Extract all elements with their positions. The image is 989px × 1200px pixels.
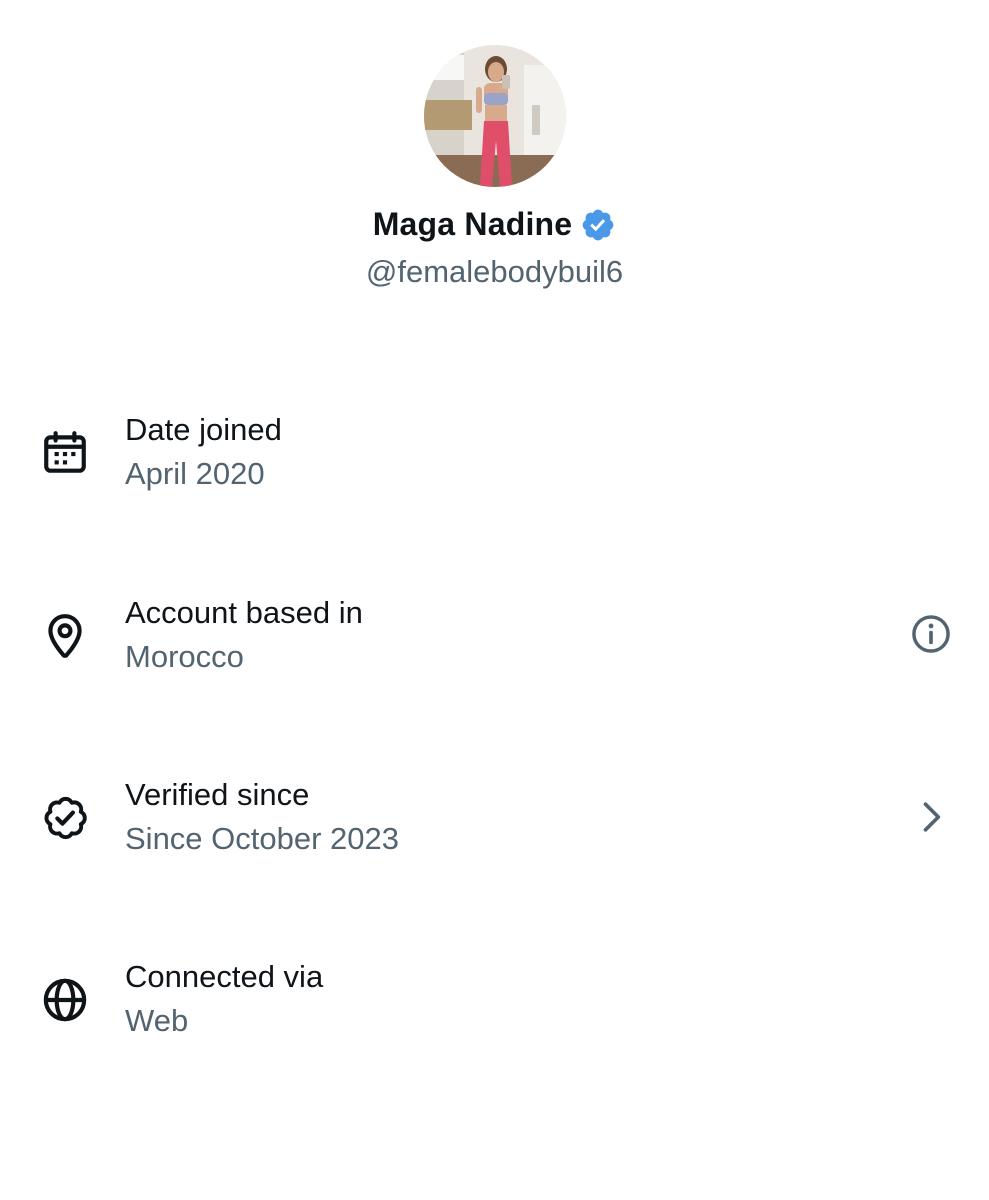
about-row-title: Verified since xyxy=(125,777,310,812)
name-row: Maga Nadine xyxy=(0,205,989,243)
display-name: Maga Nadine xyxy=(372,205,573,242)
chevron-right-icon[interactable] xyxy=(909,795,953,839)
about-row-text: Verified since Since October 2023 xyxy=(125,773,399,861)
about-row-title: Account based in xyxy=(125,595,363,630)
about-row-value: Web xyxy=(125,1003,189,1038)
about-row-connected-via: Connected via Web xyxy=(0,955,989,1065)
about-row-date-joined: Date joined April 2020 xyxy=(0,408,989,518)
about-row-verified-since[interactable]: Verified since Since October 2023 xyxy=(0,773,989,883)
about-row-value: Morocco xyxy=(125,639,244,674)
user-handle: @femalebodybuil6 xyxy=(365,254,624,289)
about-row-text: Account based in Morocco xyxy=(125,591,363,679)
about-row-title: Date joined xyxy=(125,412,282,447)
calendar-icon xyxy=(44,431,86,473)
about-row-text: Date joined April 2020 xyxy=(125,408,282,496)
about-row-account-based-in: Account based in Morocco xyxy=(0,591,989,701)
about-row-title: Connected via xyxy=(125,959,324,994)
verified-badge-icon[interactable] xyxy=(580,207,616,243)
location-pin-icon xyxy=(48,614,82,658)
info-icon[interactable] xyxy=(909,612,953,656)
avatar-photo xyxy=(424,45,566,187)
about-row-text: Connected via Web xyxy=(125,955,323,1043)
verified-badge-icon xyxy=(44,796,87,840)
globe-icon xyxy=(43,978,87,1022)
about-row-value: April 2020 xyxy=(125,456,265,491)
avatar[interactable] xyxy=(424,45,566,187)
about-row-value: Since October 2023 xyxy=(125,821,400,856)
